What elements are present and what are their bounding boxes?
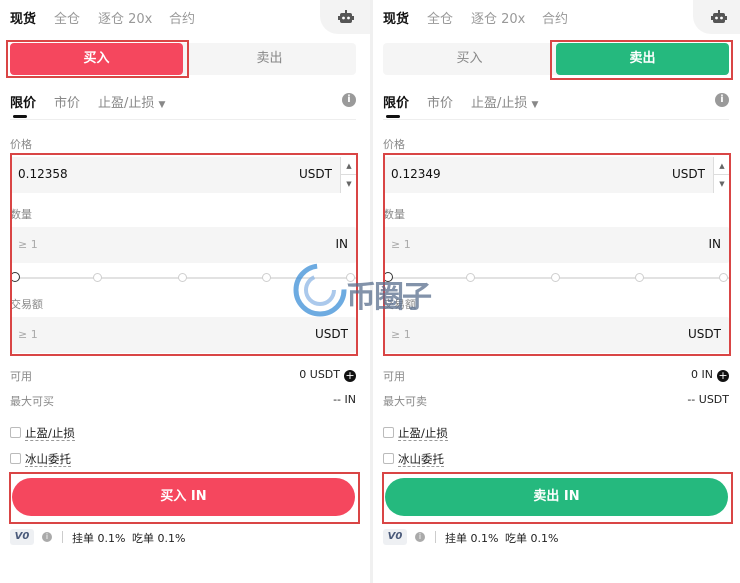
- order-type-tabs: 限价 市价 止盈/止损 ▼ i: [10, 90, 356, 120]
- info-icon[interactable]: i: [342, 93, 356, 107]
- watermark-logo-icon: [293, 263, 347, 317]
- robot-icon: [711, 10, 727, 23]
- max-value: -- IN: [333, 393, 356, 406]
- bot-button[interactable]: [693, 0, 740, 34]
- trade-mode-tabs: 现货 全仓 逐仓 20x 合约: [10, 0, 370, 34]
- tab-isolated[interactable]: 逐仓 20x: [98, 8, 152, 27]
- maker-fee: 挂单 0.1%: [445, 532, 499, 545]
- buy-side-button[interactable]: 买入: [383, 43, 556, 75]
- max-label: 最大可卖: [383, 395, 427, 408]
- highlight-box: [10, 153, 358, 356]
- available-row: 可用 0 IN +: [383, 368, 729, 384]
- vip-badge[interactable]: V0: [383, 529, 407, 545]
- highlight-box: [6, 40, 189, 78]
- take-profit-label: 止盈/止损: [25, 426, 75, 441]
- highlight-box: [9, 472, 360, 524]
- tab-contract[interactable]: 合约: [169, 8, 195, 27]
- tab-stop-label: 止盈/止损: [98, 96, 155, 111]
- tab-limit[interactable]: 限价: [10, 92, 36, 111]
- take-profit-checkbox[interactable]: 止盈/止损: [383, 425, 448, 441]
- highlight-box: [382, 472, 733, 524]
- taker-fee: 吃单 0.1%: [505, 532, 559, 545]
- taker-fee: 吃单 0.1%: [132, 532, 186, 545]
- iceberg-label: 冰山委托: [398, 452, 444, 467]
- iceberg-checkbox[interactable]: 冰山委托: [383, 451, 444, 467]
- info-icon[interactable]: i: [42, 532, 52, 542]
- vip-badge[interactable]: V0: [10, 529, 34, 545]
- caret-down-icon: ▼: [531, 100, 539, 110]
- take-profit-label: 止盈/止损: [398, 426, 448, 441]
- tab-market[interactable]: 市价: [54, 92, 80, 111]
- available-row: 可用 0 USDT +: [10, 368, 356, 384]
- max-row: 最大可卖 -- USDT: [383, 393, 729, 409]
- tab-stop[interactable]: 止盈/止损 ▼: [471, 92, 538, 111]
- tab-contract[interactable]: 合约: [542, 8, 568, 27]
- tab-cross[interactable]: 全仓: [54, 8, 80, 27]
- info-icon[interactable]: i: [415, 532, 425, 542]
- fee-info: V0 i 挂单 0.1% 吃单 0.1%: [383, 529, 733, 547]
- max-value: -- USDT: [687, 393, 729, 406]
- separator: [62, 531, 63, 543]
- price-label: 价格: [383, 138, 405, 151]
- watermark-text: 币圈子: [346, 280, 432, 315]
- tab-stop[interactable]: 止盈/止损 ▼: [98, 92, 165, 111]
- robot-icon: [338, 10, 354, 23]
- highlight-box: [383, 153, 731, 356]
- iceberg-label: 冰山委托: [25, 452, 71, 467]
- price-label: 价格: [10, 138, 32, 151]
- take-profit-checkbox[interactable]: 止盈/止损: [10, 425, 75, 441]
- available-label: 可用: [383, 370, 405, 383]
- available-value: 0 USDT: [299, 368, 340, 381]
- available-value: 0 IN: [691, 368, 713, 381]
- active-tab-indicator: [13, 115, 27, 118]
- tab-stop-label: 止盈/止损: [471, 96, 528, 111]
- tab-isolated[interactable]: 逐仓 20x: [471, 8, 525, 27]
- checkbox-icon: [10, 453, 21, 464]
- highlight-box: [550, 40, 733, 80]
- separator: [435, 531, 436, 543]
- max-label: 最大可买: [10, 395, 54, 408]
- sell-side-button[interactable]: 卖出: [183, 43, 356, 75]
- plus-icon[interactable]: +: [344, 370, 356, 382]
- tab-limit[interactable]: 限价: [383, 92, 409, 111]
- checkbox-icon: [10, 427, 21, 438]
- active-tab-indicator: [386, 115, 400, 118]
- maker-fee: 挂单 0.1%: [72, 532, 126, 545]
- checkbox-icon: [383, 427, 394, 438]
- max-row: 最大可买 -- IN: [10, 393, 356, 409]
- fee-info: V0 i 挂单 0.1% 吃单 0.1%: [10, 529, 360, 547]
- tab-market[interactable]: 市价: [427, 92, 453, 111]
- plus-icon[interactable]: +: [717, 370, 729, 382]
- order-type-tabs: 限价 市价 止盈/止损 ▼ i: [383, 90, 729, 120]
- iceberg-checkbox[interactable]: 冰山委托: [10, 451, 71, 467]
- watermark: 币圈子: [292, 262, 452, 322]
- checkbox-icon: [383, 453, 394, 464]
- bot-button[interactable]: [320, 0, 370, 34]
- tab-cross[interactable]: 全仓: [427, 8, 453, 27]
- tab-spot[interactable]: 现货: [10, 8, 36, 27]
- info-icon[interactable]: i: [715, 93, 729, 107]
- caret-down-icon: ▼: [158, 100, 166, 110]
- trade-mode-tabs: 现货 全仓 逐仓 20x 合约: [383, 0, 740, 34]
- available-label: 可用: [10, 370, 32, 383]
- tab-spot[interactable]: 现货: [383, 8, 409, 27]
